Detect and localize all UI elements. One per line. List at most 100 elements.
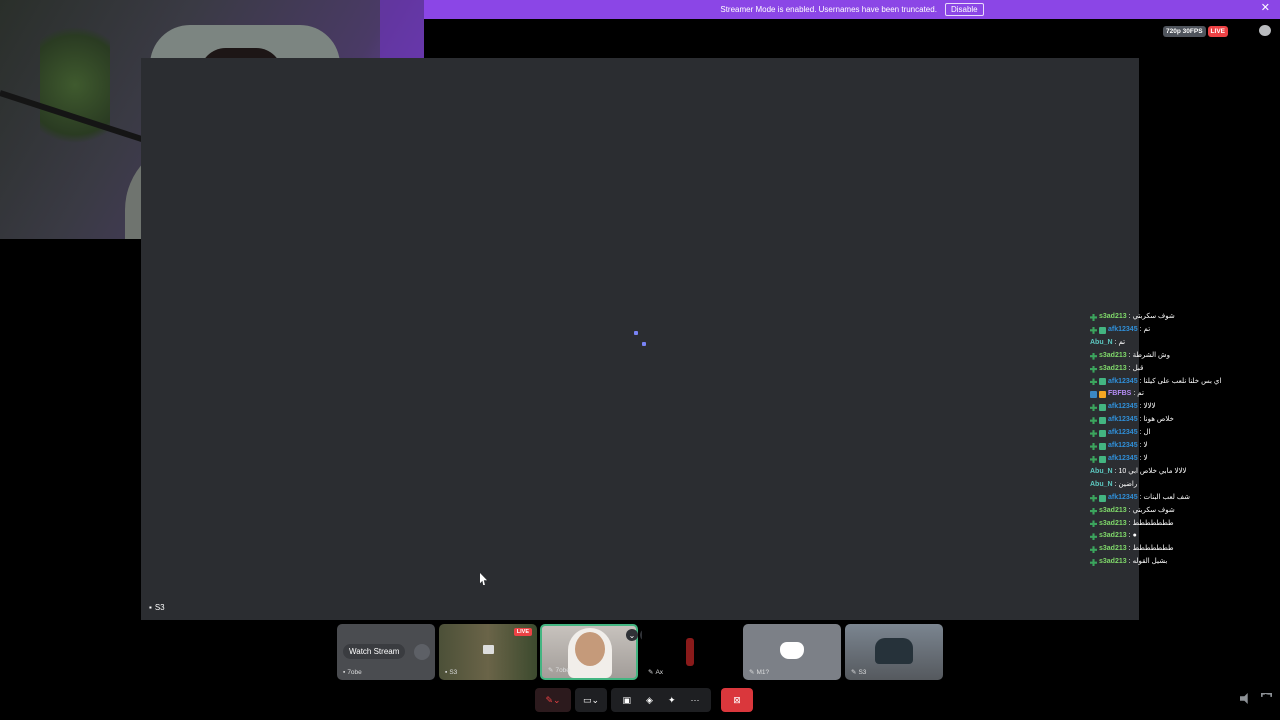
chat-username[interactable]: afk12345 [1108, 414, 1138, 427]
watch-stream-button[interactable]: Watch Stream [343, 644, 406, 659]
chat-username[interactable]: FBFBS [1108, 388, 1131, 401]
chat-separator: : [1128, 313, 1131, 320]
mod-badge-icon [1090, 391, 1097, 399]
chat-username[interactable]: s3ad213 [1099, 518, 1127, 531]
chat-separator: : [1139, 454, 1142, 462]
chat-message: ططططططط [1132, 519, 1174, 527]
chat-line: Abu_N : راضين [1090, 479, 1270, 492]
screen-share-icon[interactable]: ▣ [623, 695, 632, 706]
chat-separator: : [1139, 377, 1142, 385]
chat-separator: : [1128, 506, 1131, 514]
plant [40, 10, 110, 160]
chat-message: ططططططط [1132, 545, 1174, 553]
chat-username[interactable]: afk12345 [1108, 401, 1138, 414]
plus-badge-icon [1090, 507, 1097, 515]
chat-username[interactable]: s3ad213 [1099, 543, 1127, 556]
chat-bubble-icon[interactable] [1259, 25, 1271, 36]
chat-message: تم [1143, 325, 1151, 333]
stream-stage[interactable] [141, 58, 1139, 620]
red-glow [686, 638, 694, 666]
chat-line: s3ad213 : شوف سكربتي [1090, 505, 1270, 518]
mic-off-icon: ✎ [545, 694, 553, 705]
chevron-down-icon[interactable]: ⌄ [591, 695, 599, 706]
chevron-down-icon[interactable]: ⌄ [626, 629, 638, 641]
avatar-face [575, 632, 605, 666]
chat-badge-icon [1099, 404, 1106, 412]
disable-button[interactable]: Disable [944, 3, 984, 16]
chat-message: لالالا مابي خلاص ابي 10 [1118, 467, 1187, 475]
monitor-icon [483, 645, 494, 654]
chat-line: afk12345 : لالالا [1090, 401, 1270, 414]
fullscreen-icon[interactable] [1261, 693, 1272, 697]
chat-username[interactable]: afk12345 [1108, 440, 1138, 453]
chat-username[interactable]: afk12345 [1108, 376, 1138, 389]
chat-username[interactable]: afk12345 [1108, 324, 1138, 337]
participant-tile[interactable]: LIVE ▪ S3 [439, 624, 537, 680]
activity-icon[interactable]: ◈ [646, 695, 653, 706]
chat-message: شوف سكربتي [1132, 313, 1175, 320]
eye-icon[interactable] [414, 644, 430, 660]
chat-separator: : [1128, 545, 1131, 553]
leave-call-button[interactable]: ⊠ [721, 688, 753, 712]
chat-separator: : [1114, 467, 1117, 475]
plus-badge-icon [1090, 430, 1097, 438]
chat-username[interactable]: s3ad213 [1099, 363, 1127, 376]
chat-username[interactable]: afk12345 [1108, 492, 1138, 505]
tile-label: ▪ S3 [445, 669, 457, 676]
chevron-down-icon[interactable]: ⌄ [553, 695, 561, 706]
volume-icon[interactable] [1240, 693, 1248, 704]
close-icon[interactable]: ✕ [1261, 3, 1270, 14]
chat-username[interactable]: s3ad213 [1099, 350, 1127, 363]
tile-label: ✎ Ax [648, 668, 663, 677]
chat-username[interactable]: s3ad213 [1099, 311, 1127, 324]
car-avatar [875, 638, 913, 664]
camera-button[interactable]: ▭ ⌄ [575, 688, 607, 712]
participant-tile-active[interactable]: ✎ 7obe [540, 624, 638, 680]
chat-message: تم [1137, 390, 1144, 398]
more-icon[interactable]: ··· [690, 695, 699, 705]
chat-line: afk12345 : لا [1090, 453, 1270, 466]
chat-username[interactable]: Abu_N [1090, 479, 1113, 492]
chat-line: Abu_N : تم [1090, 337, 1270, 350]
participant-tile[interactable]: ✎ S3 [845, 624, 943, 680]
chat-line: afk12345 : خلاص هونا [1090, 414, 1270, 427]
chat-username[interactable]: s3ad213 [1099, 556, 1127, 569]
chat-badge-icon [1099, 430, 1106, 438]
chat-line: afk12345 : تم [1090, 324, 1270, 337]
chat-username[interactable]: s3ad213 [1099, 505, 1127, 518]
live-badge: LIVE [1207, 26, 1228, 37]
plus-badge-icon [1090, 365, 1097, 373]
chat-username[interactable]: Abu_N [1090, 337, 1113, 350]
chat-message: بشيل القوله [1132, 558, 1168, 566]
participant-tile[interactable]: ✎ M1? [743, 624, 841, 680]
chat-line: s3ad213 : ططططططط [1090, 543, 1270, 556]
chat-separator: : [1133, 390, 1136, 398]
loading-dot [642, 342, 646, 346]
chat-line: s3ad213 : قبل [1090, 363, 1270, 376]
chat-message: قبل [1132, 364, 1144, 372]
chat-separator: : [1128, 519, 1131, 527]
chat-username[interactable]: s3ad213 [1099, 530, 1127, 543]
plus-badge-icon [1090, 546, 1097, 554]
chat-message: خلاص هونا [1143, 416, 1174, 424]
discord-logo-icon [780, 642, 804, 659]
chat-separator: : [1128, 351, 1131, 359]
chat-badge-icon [1099, 455, 1106, 463]
plus-badge-icon [1090, 533, 1097, 541]
tile-user: S3 [858, 668, 867, 676]
chat-separator: : [1139, 493, 1142, 501]
chat-username[interactable]: afk12345 [1108, 427, 1138, 440]
chat-username[interactable]: Abu_N [1090, 466, 1113, 479]
soundboard-icon[interactable]: ✦ [668, 695, 676, 706]
mute-button[interactable]: ✎ ⌄ [535, 688, 571, 712]
participant-tile[interactable]: Watch Stream ▪ 7obe [337, 624, 435, 680]
participant-tile[interactable]: ✎ Ax [642, 624, 740, 680]
tile-label: ✎ S3 [851, 668, 867, 677]
chat-separator: : [1139, 416, 1142, 424]
sub-badge-icon [1099, 391, 1106, 399]
chat-badge-icon [1099, 443, 1106, 451]
chat-message: وش الشرطة [1132, 351, 1170, 359]
tile-label: ▪ 7obe [343, 669, 362, 676]
chat-username[interactable]: afk12345 [1108, 453, 1138, 466]
mic-muted-icon: ✎ [548, 667, 554, 674]
